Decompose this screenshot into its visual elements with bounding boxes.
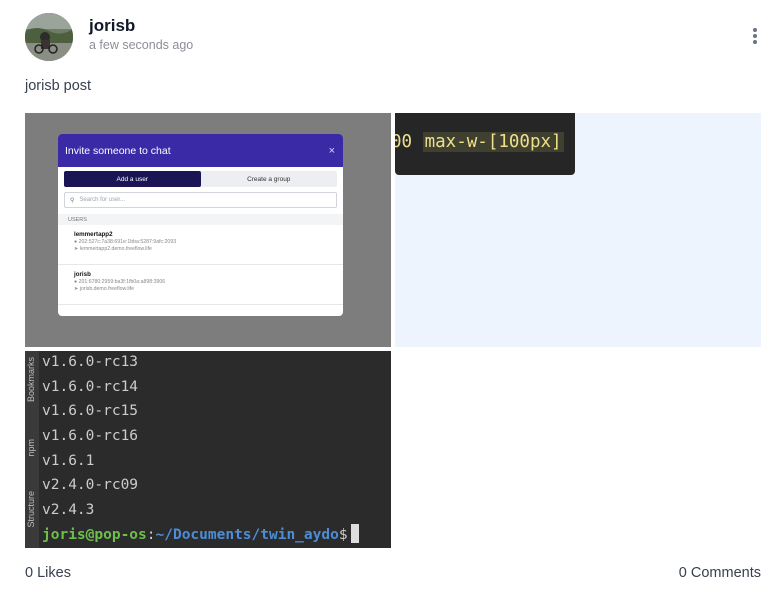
more-options-icon[interactable] [745,25,765,47]
image-attachment-code-snippet[interactable]: 00 max-w-[100px] tr [395,113,761,347]
user-name: lemmertapp2 [74,231,113,238]
invite-modal: Invite someone to chat × Add a user Crea… [58,134,343,316]
user-host: lemmertapp2.demo.freeflow.life [79,246,152,252]
likes-count[interactable]: 0 Likes [25,565,71,581]
location-pin-icon: ● [74,279,78,285]
code-suffix: tr [564,132,575,152]
menu-dot [753,28,757,32]
close-icon: × [328,144,335,157]
avatar[interactable] [25,13,73,61]
tab-add-user: Add a user [64,171,201,187]
user-address: 201:6780:2959:ba3f:1fb0a:a898:3906 [78,279,166,285]
comments-count[interactable]: 0 Comments [679,565,761,581]
search-placeholder: Search for user... [79,197,126,203]
image-attachment-invite-modal[interactable]: Invite someone to chat × Add a user Crea… [25,113,391,347]
send-icon: ➤ [74,286,79,292]
location-pin-icon: ● [74,239,78,245]
prompt-path: ~/Documents/twin_aydo [155,526,339,543]
avatar-photo [25,13,73,61]
prompt-separator: : [146,526,156,543]
search-icon: ⚲ [70,197,75,204]
terminal-cursor [350,523,359,543]
author-name[interactable]: jorisb [89,16,135,36]
terminal-line: v1.6.0-rc13 [42,354,139,370]
prompt-symbol: $ [338,526,348,543]
image-attachment-terminal[interactable]: Bookmarks npm Structure v1.6.0-rc13 v1.6… [25,351,391,548]
terminal-output: v1.6.0-rc13 v1.6.0-rc14 v1.6.0-rc15 v1.6… [42,351,359,548]
post-header: jorisb a few seconds ago [25,13,765,61]
prompt-user: joris@pop-os [42,526,147,543]
terminal-line: v1.6.1 [42,452,95,469]
side-label-structure: Structure [26,491,36,528]
user-list-item: lemmertapp2 ● 202:527c:7a38:691e:1bba:52… [58,225,343,265]
modal-title: Invite someone to chat [65,144,171,157]
terminal-line: v2.4.0-rc09 [42,477,139,494]
side-label-bookmarks: Bookmarks [26,357,36,403]
modal-tabs: Add a user Create a group [64,171,337,187]
code-snippet: 00 max-w-[100px] tr [395,113,575,175]
modal-header: Invite someone to chat × [58,134,343,167]
side-label-npm: npm [26,439,36,457]
terminal-line: v1.6.0-rc15 [42,403,139,420]
post-timestamp: a few seconds ago [89,38,194,52]
users-section-label: USERS [58,214,343,225]
code-prefix: 00 [395,132,413,152]
terminal-line: v1.6.0-rc16 [42,428,139,445]
code-highlight: max-w-[100px] [422,132,564,152]
menu-dot [753,40,757,44]
terminal-line: v2.4.3 [42,502,95,519]
post-footer: 0 Likes 0 Comments [25,565,761,583]
user-host: jorisb.demo.freeflow.life [79,286,135,292]
menu-dot [753,34,757,38]
user-address: 202:527c:7a38:691e:1bba:5287:9afc:2093 [78,239,177,245]
tab-create-group: Create a group [247,175,291,183]
terminal-prompt: joris@pop-os:~/Documents/twin_aydo$ [42,523,359,548]
ide-side-panel: Bookmarks npm Structure [25,351,39,548]
terminal-line: v1.6.0-rc14 [42,378,139,395]
user-name: jorisb [74,271,91,278]
post-text: jorisb post [25,78,92,94]
send-icon: ➤ [74,246,79,252]
modal-search-field: ⚲ Search for user... [64,192,337,208]
user-list-item: jorisb ● 201:6780:2959:ba3f:1fb0a:a898:3… [58,265,343,305]
